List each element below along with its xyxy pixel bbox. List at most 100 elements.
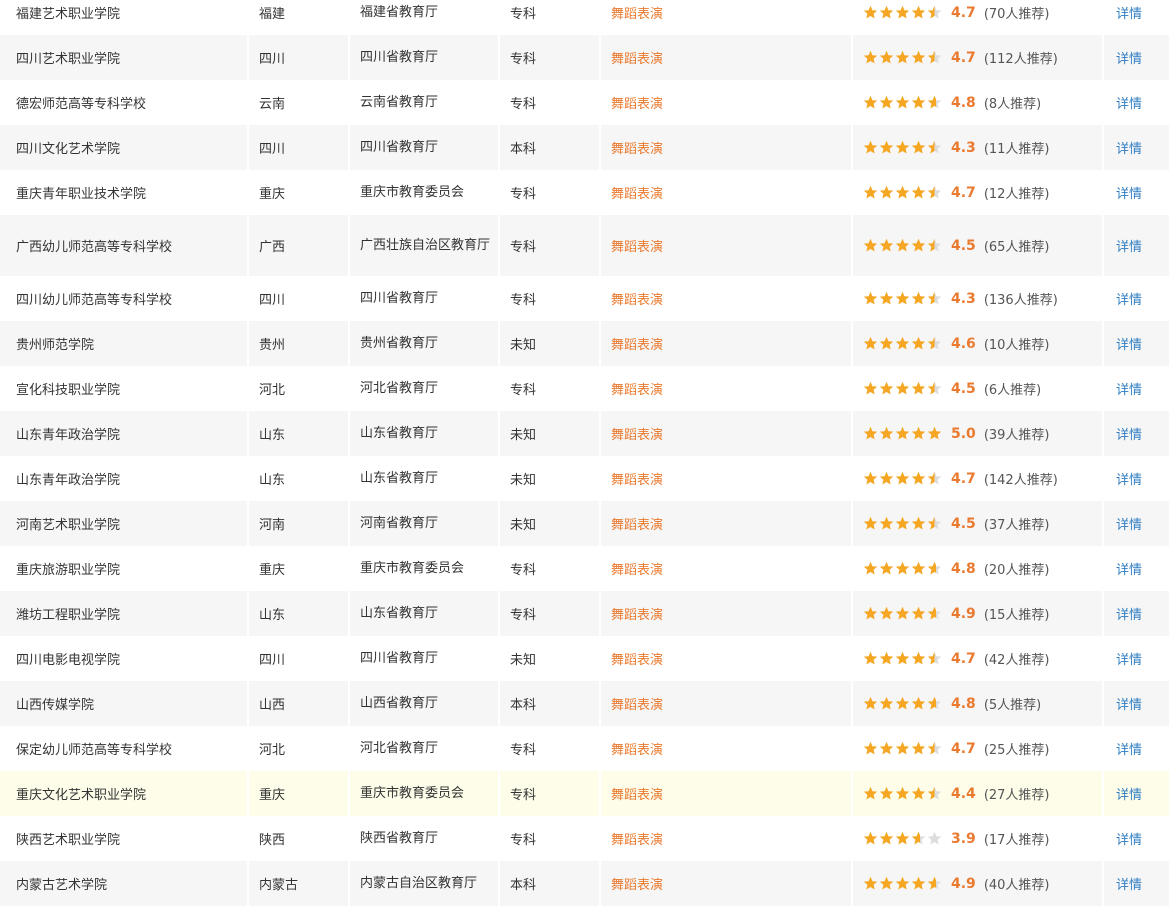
recommend-count: (42人推荐) xyxy=(983,653,1050,668)
major-cell: 舞蹈表演 xyxy=(601,591,853,636)
education-level: 专科 xyxy=(510,608,537,623)
detail-link[interactable]: 详情 xyxy=(1116,829,1142,848)
major-cell: 舞蹈表演 xyxy=(601,546,853,591)
star-full-icon xyxy=(911,651,926,666)
detail-link[interactable]: 详情 xyxy=(1116,334,1142,353)
school-name-cell: 宣化科技职业学院 xyxy=(0,366,249,411)
detail-link[interactable]: 详情 xyxy=(1116,874,1142,893)
education-level: 本科 xyxy=(510,878,537,893)
level-cell: 专科 xyxy=(500,816,601,861)
table-row: 四川电影电视学院 四川 四川省教育厅 未知 舞蹈表演 4.7 (42人推荐) 详情 xyxy=(0,636,1169,681)
school-name-cell: 内蒙古艺术学院 xyxy=(0,861,249,906)
province-cell: 重庆 xyxy=(249,771,350,816)
level-cell: 专科 xyxy=(500,276,601,321)
province-cell: 山东 xyxy=(249,411,350,456)
detail-link[interactable]: 详情 xyxy=(1116,739,1142,758)
table-row: 山东青年政治学院 山东 山东省教育厅 未知 舞蹈表演 5.0 (39人推荐) 详情 xyxy=(0,411,1169,456)
rating-cell: 4.8 (20人推荐) xyxy=(853,546,1104,591)
province-cell: 河南 xyxy=(249,501,350,546)
detail-link[interactable]: 详情 xyxy=(1116,48,1142,67)
star-full-icon xyxy=(895,185,910,200)
detail-link[interactable]: 详情 xyxy=(1116,604,1142,623)
detail-link[interactable]: 详情 xyxy=(1116,424,1142,443)
rating-cell: 4.9 (40人推荐) xyxy=(853,861,1104,906)
detail-link[interactable]: 详情 xyxy=(1116,649,1142,668)
detail-link[interactable]: 详情 xyxy=(1116,3,1142,22)
school-name: 福建艺术职业学院 xyxy=(16,7,121,22)
detail-cell: 详情 xyxy=(1104,861,1169,906)
star-full-icon xyxy=(879,876,894,891)
rating-cell: 4.5 (37人推荐) xyxy=(853,501,1104,546)
star-full-icon xyxy=(879,786,894,801)
major: 舞蹈表演 xyxy=(611,52,664,67)
level-cell: 专科 xyxy=(500,215,601,276)
school-name-cell: 德宏师范高等专科学校 xyxy=(0,80,249,125)
school-name-cell: 山东青年政治学院 xyxy=(0,411,249,456)
star-full-icon xyxy=(879,561,894,576)
province: 四川 xyxy=(259,52,286,67)
table-row: 四川幼儿师范高等专科学校 四川 四川省教育厅 专科 舞蹈表演 4.3 (136人推荐) 详情 xyxy=(0,276,1169,321)
detail-link[interactable]: 详情 xyxy=(1116,379,1142,398)
star-full-icon xyxy=(879,185,894,200)
rating-score: 4.7 xyxy=(951,4,976,21)
education-level: 专科 xyxy=(510,7,537,22)
rating-cell: 4.5 (6人推荐) xyxy=(853,366,1104,411)
detail-link[interactable]: 详情 xyxy=(1116,93,1142,112)
star-half-icon xyxy=(927,95,942,110)
education-level: 未知 xyxy=(510,518,537,533)
star-half-icon xyxy=(927,696,942,711)
star-full-icon xyxy=(895,876,910,891)
rating-score: 4.9 xyxy=(951,875,976,892)
level-cell: 本科 xyxy=(500,861,601,906)
rating-cell: 4.7 (42人推荐) xyxy=(853,636,1104,681)
detail-cell: 详情 xyxy=(1104,636,1169,681)
rating-score: 4.7 xyxy=(951,650,976,667)
province-cell: 山东 xyxy=(249,591,350,636)
education-level: 专科 xyxy=(510,743,537,758)
province-cell: 广西 xyxy=(249,215,350,276)
province: 云南 xyxy=(259,97,286,112)
recommend-count: (112人推荐) xyxy=(983,52,1058,67)
school-name-cell: 四川文化艺术学院 xyxy=(0,125,249,170)
detail-link[interactable]: 详情 xyxy=(1116,183,1142,202)
authority-cell: 云南省教育厅 xyxy=(350,80,500,125)
star-full-icon xyxy=(863,471,878,486)
major-cell: 舞蹈表演 xyxy=(601,771,853,816)
province-cell: 山东 xyxy=(249,456,350,501)
star-full-icon xyxy=(911,516,926,531)
level-cell: 专科 xyxy=(500,726,601,771)
province-cell: 四川 xyxy=(249,276,350,321)
education-level: 专科 xyxy=(510,187,537,202)
detail-link[interactable]: 详情 xyxy=(1116,236,1142,255)
province-cell: 四川 xyxy=(249,35,350,80)
detail-link[interactable]: 详情 xyxy=(1116,784,1142,803)
major: 舞蹈表演 xyxy=(611,7,664,22)
star-rating xyxy=(863,561,943,576)
province-cell: 四川 xyxy=(249,636,350,681)
star-full-icon xyxy=(879,741,894,756)
star-full-icon xyxy=(879,291,894,306)
major-cell: 舞蹈表演 xyxy=(601,861,853,906)
star-full-icon xyxy=(863,651,878,666)
star-full-icon xyxy=(863,426,878,441)
star-full-icon xyxy=(863,696,878,711)
star-full-icon xyxy=(911,95,926,110)
detail-link[interactable]: 详情 xyxy=(1116,559,1142,578)
authority-cell: 河北省教育厅 xyxy=(350,726,500,771)
detail-link[interactable]: 详情 xyxy=(1116,138,1142,157)
star-half-icon xyxy=(927,651,942,666)
detail-link[interactable]: 详情 xyxy=(1116,289,1142,308)
table-row: 重庆旅游职业学院 重庆 重庆市教育委员会 专科 舞蹈表演 4.8 (20人推荐) 详情 xyxy=(0,546,1169,591)
school-name-cell: 潍坊工程职业学院 xyxy=(0,591,249,636)
authority: 山西省教育厅 xyxy=(360,695,439,711)
detail-link[interactable]: 详情 xyxy=(1116,514,1142,533)
rating-score: 4.5 xyxy=(951,237,976,254)
star-full-icon xyxy=(895,238,910,253)
star-rating xyxy=(863,696,943,711)
detail-link[interactable]: 详情 xyxy=(1116,469,1142,488)
detail-link[interactable]: 详情 xyxy=(1116,694,1142,713)
major: 舞蹈表演 xyxy=(611,518,664,533)
authority-cell: 河北省教育厅 xyxy=(350,366,500,411)
school-name: 四川艺术职业学院 xyxy=(16,52,121,67)
star-rating xyxy=(863,95,943,110)
